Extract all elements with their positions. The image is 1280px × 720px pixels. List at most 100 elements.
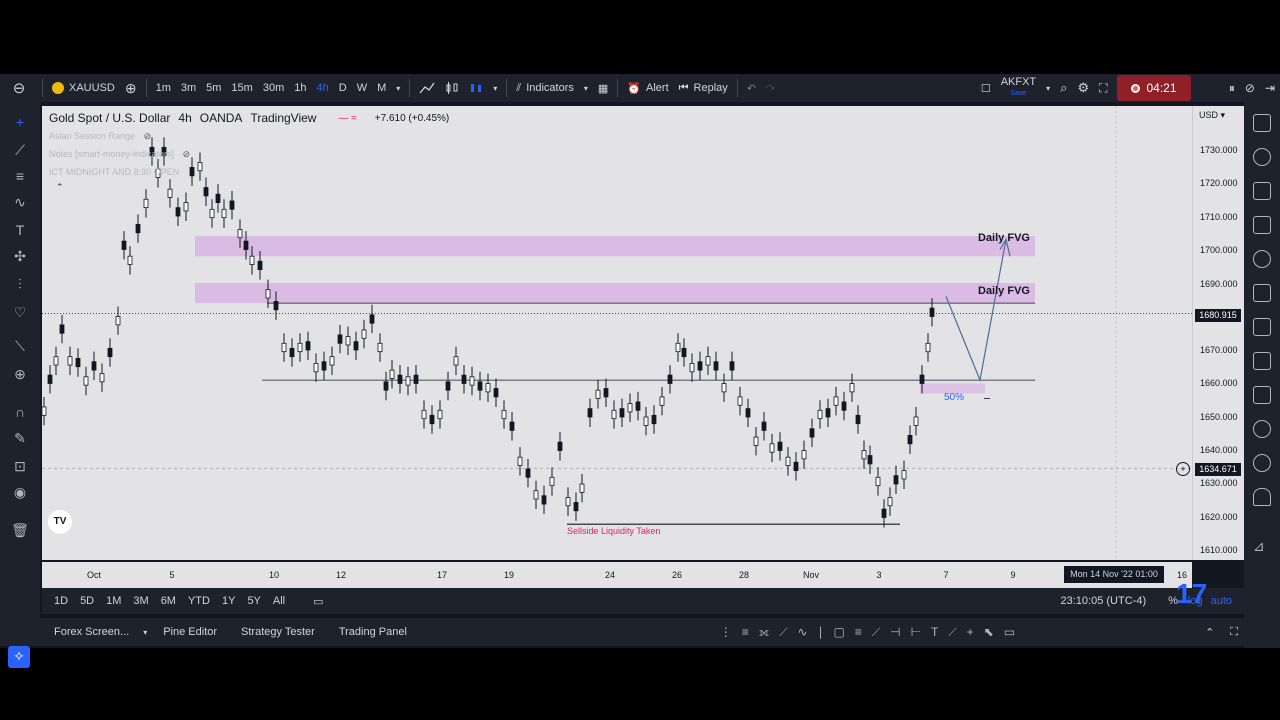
notifications-icon[interactable] bbox=[1253, 420, 1271, 438]
exit-icon[interactable]: ⇥ bbox=[1260, 74, 1280, 102]
alert-button[interactable]: ⏰ Alert bbox=[622, 74, 673, 102]
interval-4h[interactable]: 4h bbox=[311, 74, 333, 102]
fib-icon[interactable]: ≡ bbox=[10, 166, 30, 186]
tab-trading-panel[interactable]: Trading Panel bbox=[339, 626, 407, 638]
range-5y[interactable]: 5Y bbox=[247, 595, 260, 607]
currency-selector[interactable]: USD ▾ bbox=[1199, 110, 1225, 121]
range-6m[interactable]: 6M bbox=[161, 595, 176, 607]
interval-30m[interactable]: 30m bbox=[258, 74, 289, 102]
interval-1m[interactable]: 1m bbox=[151, 74, 176, 102]
range-1m[interactable]: 1M bbox=[106, 595, 121, 607]
candle-body bbox=[753, 436, 759, 446]
templates-icon[interactable]: ▦ bbox=[593, 74, 613, 102]
signal-icon[interactable] bbox=[1253, 454, 1271, 472]
time-scale[interactable]: Oct 5 10 12 17 19 24 26 28 Nov 3 7 9 16 … bbox=[42, 562, 1192, 588]
tab-strategy-tester[interactable]: Strategy Tester bbox=[241, 626, 315, 638]
range-5d[interactable]: 5D bbox=[80, 595, 94, 607]
bars-icon[interactable] bbox=[464, 74, 488, 102]
trendline-icon[interactable]: ⟋ bbox=[10, 140, 30, 160]
interval-15m[interactable]: 15m bbox=[226, 74, 257, 102]
legend-change: +7.610 (+0.45%) bbox=[374, 112, 450, 124]
brush-icon[interactable]: ∿ bbox=[10, 192, 30, 212]
magnet-icon[interactable]: ∩ bbox=[10, 402, 30, 422]
pencil-lock-icon[interactable]: ✎ bbox=[10, 428, 30, 448]
price-scale[interactable]: USD ▾ 1730.000 1720.000 1710.000 1700.00… bbox=[1192, 106, 1245, 560]
undo-icon[interactable]: ↶ bbox=[742, 74, 761, 102]
candlestick-chart[interactable] bbox=[42, 106, 1192, 560]
drawing-tools-strip[interactable]: ⋮≡⟗⟋∿∣▢≡⟋⊣⊢T⟋+⬉▭ bbox=[720, 625, 1025, 640]
alerts-clock-icon[interactable] bbox=[1253, 148, 1271, 166]
chevron-down-icon[interactable]: ▾ bbox=[488, 74, 502, 102]
bell-icon[interactable] bbox=[1253, 488, 1271, 506]
clock-label[interactable]: 23:10:05 (UTC-4) bbox=[1061, 595, 1147, 607]
trash-icon[interactable]: 🗑 bbox=[10, 520, 30, 540]
watchlist-icon[interactable] bbox=[1253, 114, 1271, 132]
prediction-icon[interactable]: ⫶ bbox=[10, 274, 30, 294]
range-all[interactable]: All bbox=[273, 595, 285, 607]
streams-icon[interactable] bbox=[1253, 352, 1271, 370]
candle-body bbox=[203, 187, 209, 197]
interval-d[interactable]: D bbox=[334, 74, 352, 102]
range-1d[interactable]: 1D bbox=[54, 595, 68, 607]
eye-off-icon[interactable]: ⊘ bbox=[183, 149, 191, 159]
ideas-icon[interactable] bbox=[1253, 318, 1271, 336]
interval-1h[interactable]: 1h bbox=[289, 74, 311, 102]
calendar-icon[interactable] bbox=[1253, 284, 1271, 302]
tab-pine-editor[interactable]: Pine Editor bbox=[163, 626, 217, 638]
dom-icon[interactable]: ⊿ bbox=[1253, 538, 1271, 556]
line-chart-icon[interactable] bbox=[414, 74, 440, 102]
interval-m[interactable]: M bbox=[372, 74, 391, 102]
chevron-down-icon[interactable]: ▾ bbox=[391, 74, 405, 102]
range-1y[interactable]: 1Y bbox=[222, 595, 235, 607]
maximize-panel-icon[interactable]: ⛶ bbox=[1230, 626, 1238, 639]
news-icon[interactable] bbox=[1253, 216, 1271, 234]
lock-icon[interactable]: ⊡ bbox=[10, 456, 30, 476]
compare-add-icon[interactable]: ⊕ bbox=[120, 74, 142, 102]
chevron-down-icon[interactable]: ▾ bbox=[1041, 74, 1055, 102]
range-3m[interactable]: 3M bbox=[133, 595, 148, 607]
tv-chart-icon[interactable]: ✧ bbox=[8, 646, 30, 668]
settings-gear-icon[interactable]: ⚙ bbox=[1072, 74, 1094, 102]
layout-square-icon[interactable]: ☐ bbox=[976, 74, 996, 102]
redo-icon[interactable]: ↷ bbox=[761, 74, 780, 102]
chats-icon[interactable] bbox=[1253, 386, 1271, 404]
chevron-down-icon[interactable]: ▾ bbox=[143, 628, 147, 637]
layout-name-button[interactable]: AKFXT Save bbox=[996, 74, 1041, 102]
crosshair-plus-icon[interactable]: + bbox=[1176, 462, 1190, 476]
collapse-legend-icon[interactable]: ⌃ bbox=[56, 182, 64, 193]
zoom-icon[interactable]: ⊕ bbox=[10, 364, 30, 384]
tradingview-logo[interactable]: TV bbox=[48, 510, 72, 534]
auto-toggle[interactable]: auto bbox=[1211, 595, 1232, 607]
pause-icon[interactable]: ⏸ bbox=[1224, 74, 1240, 102]
candle-body bbox=[383, 381, 389, 391]
menu-icon[interactable]: ⊖ bbox=[0, 74, 38, 102]
recording-indicator[interactable]: 04:21 bbox=[1117, 75, 1191, 101]
data-window-icon[interactable] bbox=[1253, 182, 1271, 200]
interval-w[interactable]: W bbox=[352, 74, 372, 102]
range-ytd[interactable]: YTD bbox=[188, 595, 210, 607]
pattern-icon[interactable]: ✣ bbox=[10, 246, 30, 266]
indicators-button[interactable]: ⫽ Indicators bbox=[511, 74, 579, 102]
crosshair-icon[interactable]: + bbox=[10, 112, 30, 132]
eye-off-icon[interactable]: ⊘ bbox=[144, 131, 152, 141]
search-icon[interactable]: ⌕ bbox=[1055, 74, 1072, 102]
idea-icon[interactable]: ♡ bbox=[10, 302, 30, 322]
collapse-panel-icon[interactable]: ⌃ bbox=[1205, 626, 1214, 639]
candles-icon[interactable] bbox=[440, 74, 464, 102]
symbol-search[interactable]: XAUUSD bbox=[47, 74, 120, 102]
leaf-icon[interactable]: ⊘ bbox=[1240, 74, 1260, 102]
tab-forex-screener[interactable]: Forex Screen... bbox=[54, 626, 129, 638]
interval-3m[interactable]: 3m bbox=[176, 74, 201, 102]
right-widget-bar: ⊿ bbox=[1244, 102, 1280, 648]
fullscreen-icon[interactable]: ⛶ bbox=[1094, 74, 1112, 102]
chart-pane[interactable]: Gold Spot / U.S. Dollar 4h OANDA Trading… bbox=[42, 106, 1192, 560]
replay-button[interactable]: ⏮ Replay bbox=[674, 74, 733, 102]
goto-date-icon[interactable]: ▭ bbox=[313, 595, 323, 608]
ruler-icon[interactable]: ⟍ bbox=[10, 336, 30, 356]
hotlist-icon[interactable] bbox=[1253, 250, 1271, 268]
text-tool-icon[interactable]: T bbox=[10, 220, 30, 240]
interval-5m[interactable]: 5m bbox=[201, 74, 226, 102]
eye-icon[interactable]: ◉ bbox=[10, 482, 30, 502]
chevron-down-icon[interactable]: ▾ bbox=[579, 74, 593, 102]
candle-body bbox=[389, 369, 395, 379]
